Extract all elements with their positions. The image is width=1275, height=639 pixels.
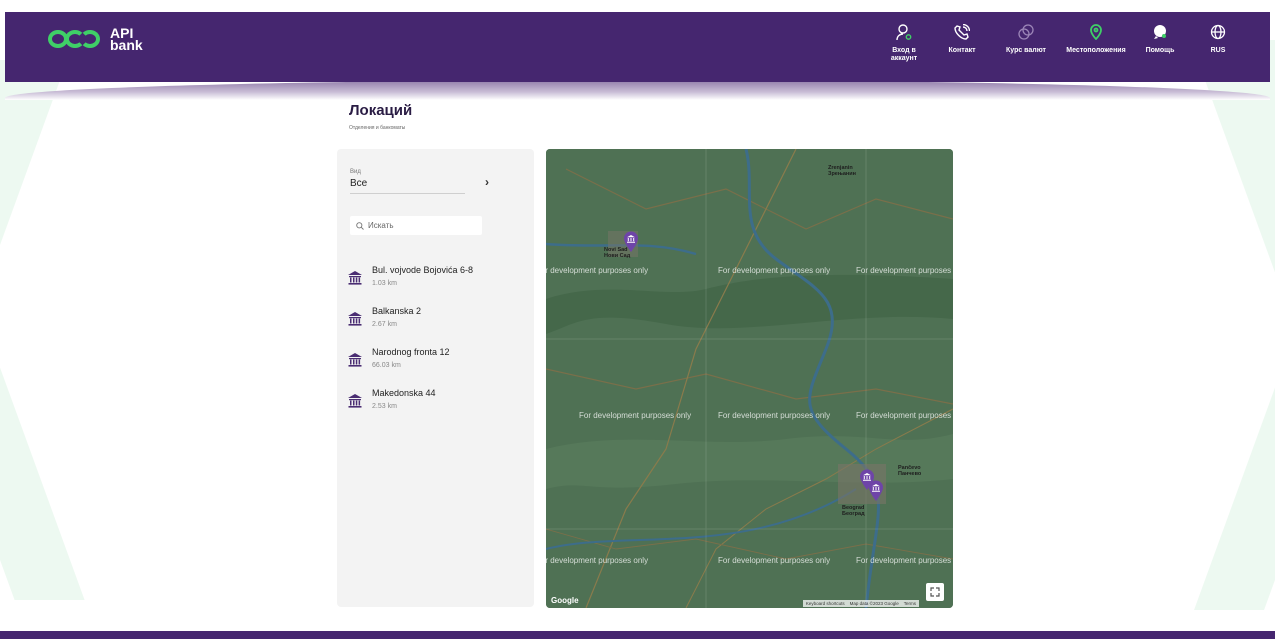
nav-locations-label: Местоположения	[1066, 47, 1126, 54]
nav-locations[interactable]: Местоположения	[1061, 22, 1131, 63]
terms-link[interactable]: Terms	[904, 601, 916, 606]
fullscreen-button[interactable]	[926, 583, 944, 601]
decorative-stripe	[1194, 330, 1275, 610]
search-box[interactable]	[350, 216, 482, 235]
bank-building-icon	[348, 394, 362, 408]
map-watermark: For development purposes only	[856, 266, 953, 275]
bank-building-icon	[348, 353, 362, 367]
phone-icon	[953, 22, 971, 42]
filter-label: Вид	[350, 169, 361, 175]
location-distance: 66.03 km	[372, 362, 401, 369]
google-logo: Google	[551, 596, 579, 605]
locations-panel: Вид Все › Bul. vojvode Bojovića 6-8 1.03…	[337, 149, 534, 607]
site-footer	[0, 631, 1275, 639]
bank-building-icon	[348, 312, 362, 326]
page-title: Локаций	[349, 102, 413, 119]
fullscreen-icon	[930, 587, 940, 597]
map-watermark: For development purposes only	[546, 266, 649, 275]
city-label: Beograd Београд	[842, 505, 865, 517]
map-attribution: Keyboard shortcuts Map data ©2023 Google…	[802, 600, 919, 607]
location-list: Bul. vojvode Bojovića 6-8 1.03 km Balkan…	[348, 265, 528, 429]
nav-exchange-label: Курс валют	[1006, 47, 1046, 54]
logo-text-line2: bank	[110, 37, 143, 53]
location-name: Narodnog fronta 12	[372, 347, 450, 357]
bank-logo[interactable]: API bank	[48, 26, 143, 53]
user-icon	[895, 22, 913, 42]
city-label: Pančevo Панчево	[898, 465, 922, 477]
map-watermark: For development purposes only	[718, 556, 831, 565]
location-name: Balkanska 2	[372, 306, 422, 316]
location-pin-icon	[1087, 22, 1105, 42]
location-item[interactable]: Narodnog fronta 12 66.03 km	[348, 347, 528, 388]
search-icon	[356, 221, 364, 230]
location-name: Bul. vojvode Bojovića 6-8	[372, 265, 474, 275]
map-view[interactable]: Novi Sad Нови Сад Beograd Београд Zrenja…	[546, 149, 953, 608]
decorative-stripe	[1190, 40, 1275, 340]
filter-underline	[350, 193, 465, 194]
map-watermark: For development purposes only	[718, 411, 831, 420]
location-distance: 2.67 km	[372, 321, 397, 328]
nav-contact[interactable]: Контакт	[933, 22, 991, 63]
nav-help-label: Помощь	[1145, 47, 1175, 54]
map-background	[546, 149, 953, 608]
bank-building-icon	[348, 271, 362, 285]
map-watermark: For development purposes only	[856, 556, 953, 565]
nav-language-label: RUS	[1210, 47, 1226, 54]
globe-icon	[1209, 22, 1227, 42]
map-marker-icon[interactable]	[623, 231, 639, 253]
location-item[interactable]: Bul. vojvode Bojovića 6-8 1.03 km	[348, 265, 528, 306]
map-watermark: For development purposes only	[579, 411, 692, 420]
decorative-stripe	[0, 300, 85, 600]
map-data-text: Map data ©2023 Google	[849, 601, 899, 606]
nav-help[interactable]: Помощь	[1131, 22, 1189, 63]
map-watermark: For development purposes only	[546, 556, 649, 565]
city-label: Zrenjanin Зрењанин	[828, 165, 856, 177]
location-name: Makedonska 44	[372, 388, 436, 398]
location-item[interactable]: Balkanska 2 2.67 km	[348, 306, 528, 347]
main-nav: Вход в аккаунт Контакт Курс валют Местоп…	[875, 22, 1247, 63]
nav-language[interactable]: RUS	[1189, 22, 1247, 63]
keyboard-shortcuts-link[interactable]: Keyboard shortcuts	[806, 601, 845, 606]
nav-contact-label: Контакт	[948, 47, 976, 54]
exchange-icon	[1017, 22, 1035, 42]
nav-exchange[interactable]: Курс валют	[991, 22, 1061, 63]
header-wave	[5, 80, 1270, 100]
logo-mark	[48, 28, 102, 50]
chevron-right-icon[interactable]: ›	[485, 175, 489, 189]
map-watermark: For development purposes only	[718, 266, 831, 275]
location-item[interactable]: Makedonska 44 2.53 km	[348, 388, 528, 429]
map-watermark: For development purposes only	[856, 411, 953, 420]
location-distance: 1.03 km	[372, 280, 397, 287]
filter-value[interactable]: Все	[350, 178, 367, 189]
page-subtitle: Отделения и банкоматы	[349, 125, 406, 131]
nav-login-label: Вход в аккаунт	[890, 47, 918, 62]
nav-login[interactable]: Вход в аккаунт	[875, 22, 933, 63]
location-distance: 2.53 km	[372, 403, 397, 410]
map-marker-icon[interactable]	[868, 480, 884, 502]
chat-help-icon	[1151, 22, 1169, 42]
search-input[interactable]	[368, 221, 478, 230]
